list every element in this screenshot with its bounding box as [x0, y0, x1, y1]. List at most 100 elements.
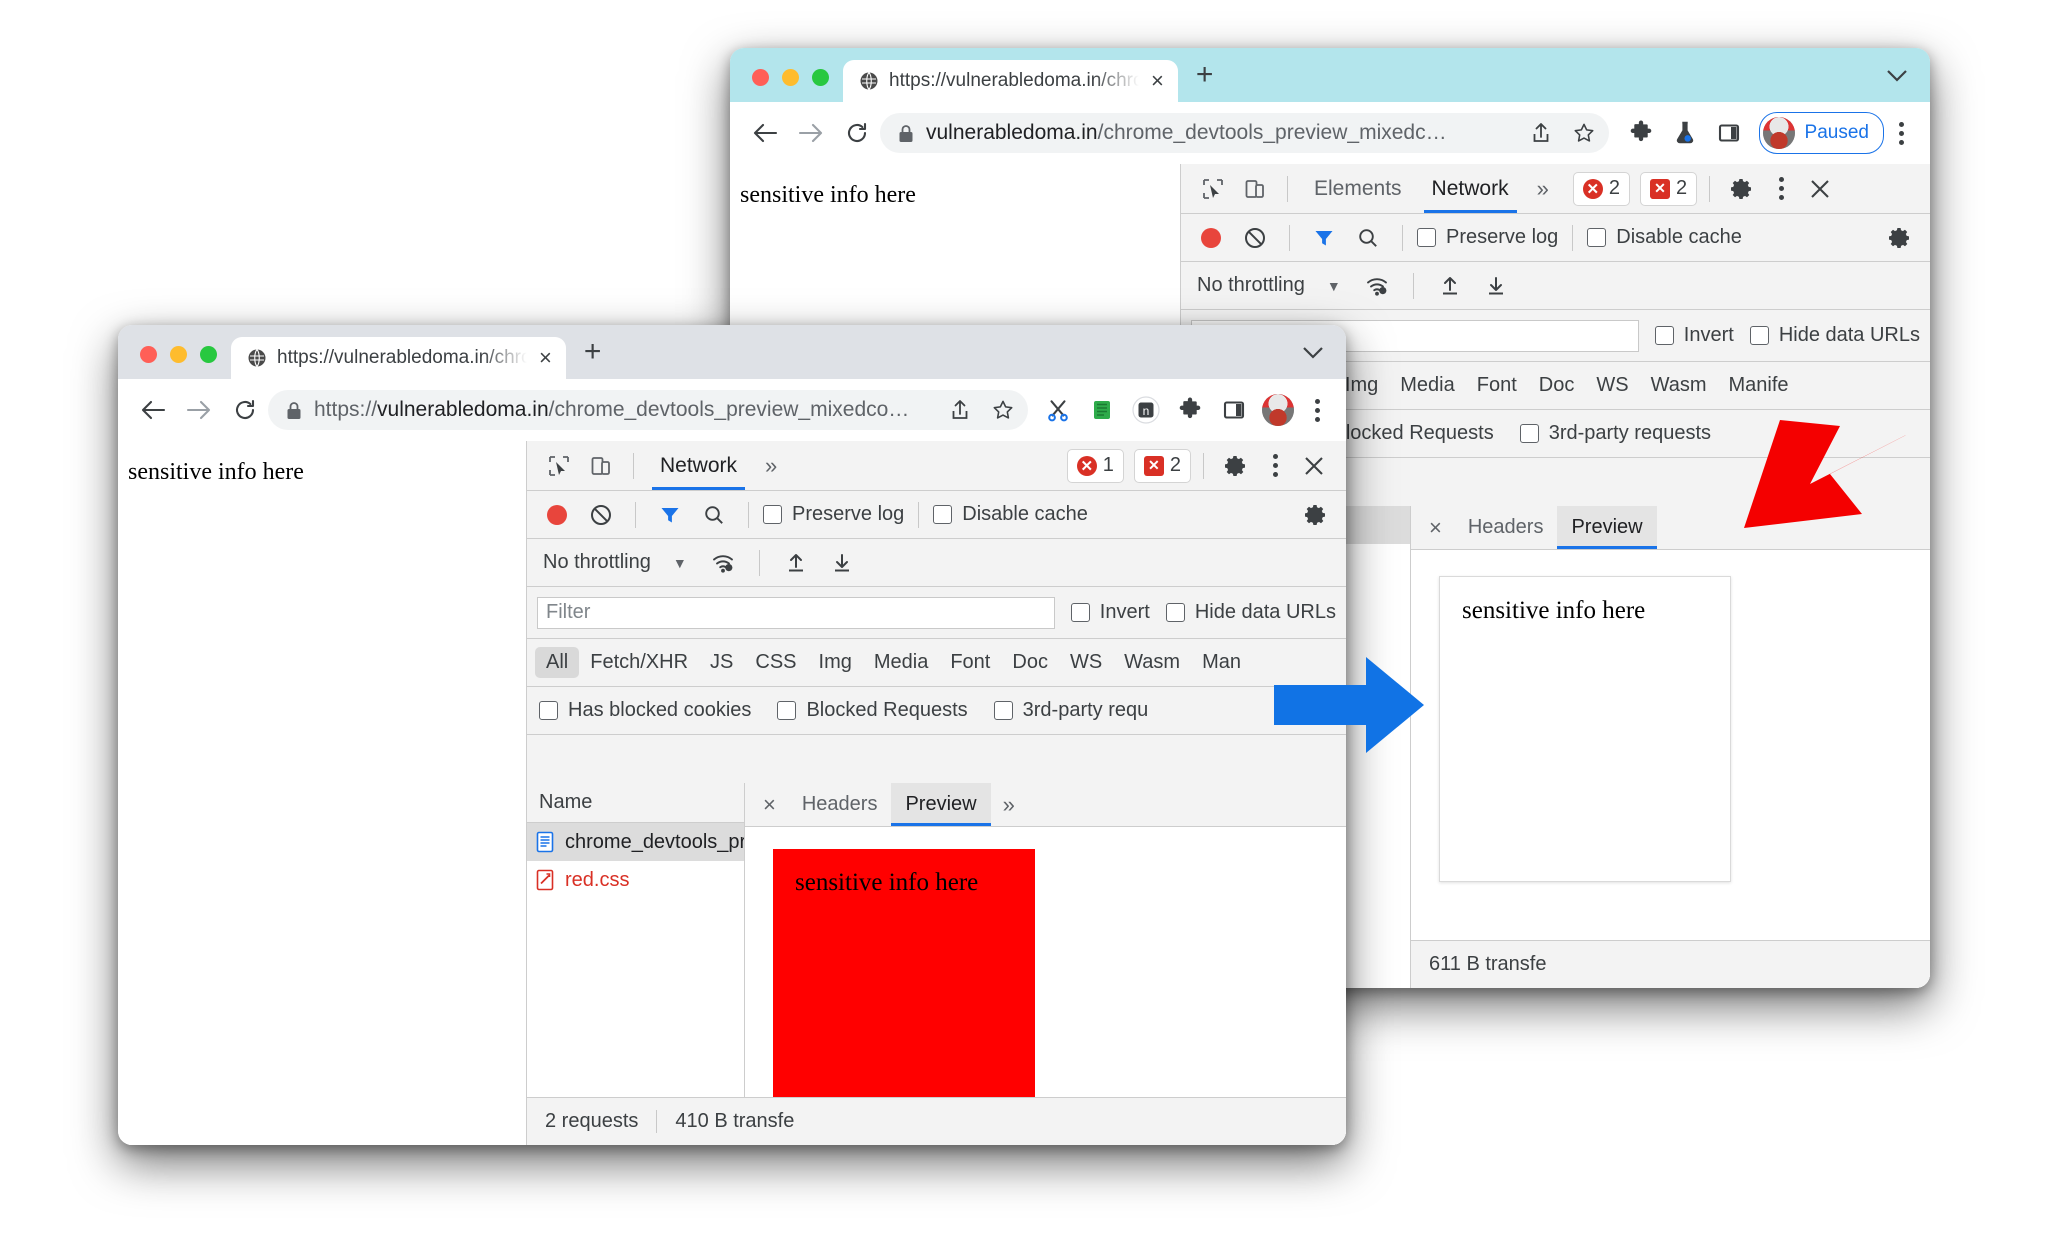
import-har-icon[interactable]	[776, 544, 816, 582]
type-chip-font[interactable]: Font	[1466, 370, 1528, 401]
type-chip-wasm[interactable]: Wasm	[1113, 647, 1191, 678]
browser-menu-icon[interactable]	[1300, 387, 1334, 433]
record-button[interactable]	[1191, 219, 1231, 257]
type-chip-wasm[interactable]: Wasm	[1640, 370, 1718, 401]
address-bar-back[interactable]: vulnerabledoma.in/chrome_devtools_previe…	[880, 113, 1609, 153]
type-chip-img[interactable]: Img	[808, 647, 863, 678]
type-chip-ws[interactable]: WS	[1585, 370, 1639, 401]
tab-close-icon[interactable]: ×	[537, 347, 554, 369]
devtools-tab-elements[interactable]: Elements	[1300, 165, 1416, 213]
flask-lab-icon[interactable]	[1663, 110, 1707, 156]
side-panel-icon[interactable]	[1212, 387, 1256, 433]
tab-close-icon[interactable]: ×	[1149, 70, 1166, 92]
browser-tab-back[interactable]: https://vulnerabledoma.in/chro ×	[843, 60, 1178, 102]
hide-data-urls-checkbox[interactable]: Hide data URLs	[1165, 601, 1336, 624]
forward-button[interactable]	[788, 110, 834, 156]
detail-close-icon[interactable]: ×	[1417, 515, 1454, 541]
type-chip-doc[interactable]: Doc	[1001, 647, 1059, 678]
chevron-down-icon[interactable]: ▼	[1317, 278, 1351, 294]
disable-cache-checkbox[interactable]: Disable cache	[933, 503, 1088, 526]
type-chip-media[interactable]: Media	[1389, 370, 1465, 401]
chevron-down-icon[interactable]	[1302, 342, 1346, 379]
blocked-requests-checkbox[interactable]: Blocked Requests	[777, 699, 968, 722]
window-controls-back[interactable]	[748, 69, 843, 102]
throttling-value[interactable]: No throttling	[1191, 274, 1311, 297]
detail-tab-headers[interactable]: Headers	[1454, 506, 1558, 549]
extensions-puzzle-icon[interactable]	[1619, 110, 1663, 156]
invert-checkbox[interactable]: Invert	[1070, 601, 1150, 624]
error-count-badge[interactable]: ✕ 2	[1572, 171, 1630, 206]
close-window-button[interactable]	[752, 69, 769, 86]
devtools-menu-icon[interactable]	[1258, 443, 1292, 489]
chevron-down-icon[interactable]: ▼	[663, 555, 697, 571]
address-bar-front[interactable]: https://vulnerabledoma.in/chrome_devtool…	[268, 390, 1028, 430]
devtools-close-icon[interactable]	[1294, 447, 1334, 485]
warning-count-badge[interactable]: ✕ 2	[1639, 171, 1698, 206]
filter-input[interactable]: Filter	[537, 596, 1055, 629]
import-har-icon[interactable]	[1430, 267, 1470, 305]
scissors-extension-icon[interactable]	[1036, 387, 1080, 433]
bookmark-star-icon[interactable]	[992, 399, 1014, 421]
network-settings-gear-icon[interactable]	[1880, 219, 1920, 257]
type-chip-ws[interactable]: WS	[1059, 647, 1113, 678]
export-har-icon[interactable]	[1476, 267, 1516, 305]
bookmark-star-icon[interactable]	[1573, 122, 1595, 144]
type-chip-all[interactable]: All	[535, 647, 580, 678]
network-settings-gear-icon[interactable]	[1296, 496, 1336, 534]
type-chip-media[interactable]: Media	[863, 647, 939, 678]
request-row[interactable]: chrome_devtools_pre…	[527, 823, 744, 861]
devtools-close-icon[interactable]	[1800, 170, 1840, 208]
clear-network-log-icon[interactable]	[1235, 219, 1275, 257]
filter-funnel-icon[interactable]	[1304, 219, 1344, 257]
green-extension-icon[interactable]	[1080, 387, 1124, 433]
share-icon[interactable]	[950, 399, 970, 421]
filter-funnel-icon[interactable]	[650, 496, 690, 534]
device-toolbar-icon[interactable]	[1235, 170, 1275, 208]
type-chip-fetch-xhr[interactable]: Fetch/XHR	[579, 647, 699, 678]
reload-button[interactable]	[834, 110, 880, 156]
detail-tab-preview[interactable]: Preview	[891, 783, 991, 826]
forward-button[interactable]	[176, 387, 222, 433]
profile-avatar-button[interactable]	[1256, 387, 1300, 433]
devtools-settings-gear-icon[interactable]	[1722, 170, 1762, 208]
devtools-more-tabs-icon[interactable]: »	[753, 453, 789, 479]
devtools-settings-gear-icon[interactable]	[1216, 447, 1256, 485]
third-party-requests-checkbox[interactable]: 3rd-party requ	[993, 699, 1148, 722]
preserve-log-checkbox[interactable]: Preserve log	[1417, 226, 1558, 249]
window-controls-front[interactable]	[136, 346, 231, 379]
disable-cache-checkbox[interactable]: Disable cache	[1587, 226, 1742, 249]
request-list-front[interactable]: Name chrome_devtools_pre… red.css	[527, 783, 745, 1145]
record-button[interactable]	[537, 496, 577, 534]
side-panel-icon[interactable]	[1707, 110, 1751, 156]
maximize-window-button[interactable]	[200, 346, 217, 363]
minimize-window-button[interactable]	[782, 69, 799, 86]
hide-data-urls-checkbox[interactable]: Hide data URLs	[1749, 324, 1920, 347]
devtools-tab-network[interactable]: Network	[1418, 165, 1523, 213]
network-conditions-icon[interactable]	[1357, 267, 1397, 305]
throttling-value[interactable]: No throttling	[537, 551, 657, 574]
clear-network-log-icon[interactable]	[581, 496, 621, 534]
invert-checkbox[interactable]: Invert	[1654, 324, 1734, 347]
type-chip-css[interactable]: CSS	[744, 647, 807, 678]
search-icon[interactable]	[1348, 219, 1388, 257]
search-icon[interactable]	[694, 496, 734, 534]
extensions-puzzle-icon[interactable]	[1168, 387, 1212, 433]
devtools-more-tabs-icon[interactable]: »	[1525, 176, 1561, 202]
type-chip-js[interactable]: JS	[699, 647, 744, 678]
type-chip-font[interactable]: Font	[939, 647, 1001, 678]
new-tab-button[interactable]: +	[1178, 60, 1230, 102]
device-toolbar-icon[interactable]	[581, 447, 621, 485]
type-chip-doc[interactable]: Doc	[1528, 370, 1586, 401]
minimize-window-button[interactable]	[170, 346, 187, 363]
back-button[interactable]	[130, 387, 176, 433]
export-har-icon[interactable]	[822, 544, 862, 582]
third-party-requests-checkbox[interactable]: 3rd-party requests	[1519, 422, 1711, 445]
share-icon[interactable]	[1531, 122, 1551, 144]
back-button[interactable]	[742, 110, 788, 156]
detail-tab-preview[interactable]: Preview	[1557, 506, 1657, 549]
detail-close-icon[interactable]: ×	[751, 792, 788, 818]
detail-more-tabs-icon[interactable]: »	[991, 792, 1027, 818]
browser-tab-front[interactable]: https://vulnerabledoma.in/chro ×	[231, 337, 566, 379]
has-blocked-cookies-checkbox[interactable]: Has blocked cookies	[539, 699, 751, 722]
chevron-down-icon[interactable]	[1886, 65, 1930, 102]
